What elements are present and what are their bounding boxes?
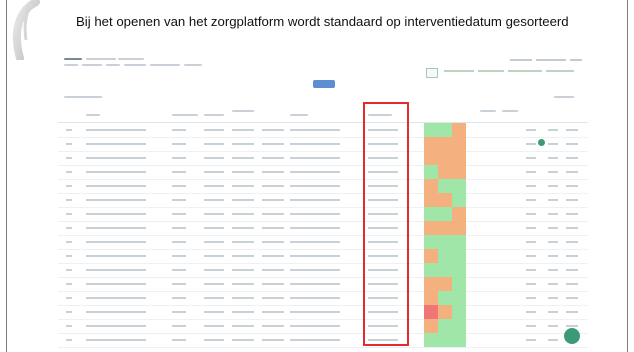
- table-row[interactable]: [58, 263, 588, 278]
- column-header[interactable]: [232, 110, 254, 112]
- status-cell: [424, 235, 438, 249]
- status-cell: [424, 333, 438, 347]
- results-count: [64, 96, 102, 98]
- status-cell: [438, 333, 452, 347]
- status-cell: [438, 179, 452, 193]
- nav-link[interactable]: [184, 64, 202, 66]
- status-cell: [424, 319, 438, 333]
- status-cell: [452, 221, 466, 235]
- nav-link[interactable]: [124, 64, 146, 66]
- status-cell: [452, 249, 466, 263]
- status-cell: [452, 277, 466, 291]
- table-row[interactable]: [58, 165, 588, 180]
- status-cell: [438, 291, 452, 305]
- pager[interactable]: [554, 96, 574, 98]
- status-cell: [438, 221, 452, 235]
- status-cell: [424, 207, 438, 221]
- status-cell: [438, 123, 452, 137]
- status-cell: [424, 193, 438, 207]
- app-logo: [64, 58, 82, 60]
- column-header[interactable]: [502, 110, 518, 112]
- table-row[interactable]: [58, 291, 588, 306]
- status-cell: [452, 151, 466, 165]
- table-row[interactable]: [58, 179, 588, 194]
- slide-caption: Bij het openen van het zorgplatform word…: [76, 14, 569, 29]
- status-cell: [424, 179, 438, 193]
- table-row[interactable]: [58, 123, 588, 138]
- column-header[interactable]: [86, 114, 100, 116]
- app-screenshot: [58, 52, 588, 348]
- status-cell: [452, 235, 466, 249]
- status-cell: [424, 123, 438, 137]
- nav-link[interactable]: [150, 64, 180, 66]
- status-cell: [424, 263, 438, 277]
- status-cell: [438, 305, 452, 319]
- nav-link[interactable]: [64, 64, 78, 66]
- status-cell: [452, 305, 466, 319]
- table-row[interactable]: [58, 305, 588, 320]
- status-cell: [452, 123, 466, 137]
- status-cell: [424, 291, 438, 305]
- column-header[interactable]: [480, 110, 496, 112]
- status-cell: [452, 333, 466, 347]
- status-cell: [438, 319, 452, 333]
- status-cell: [424, 305, 438, 319]
- stethoscope-icon: [0, 0, 48, 60]
- status-cell: [438, 249, 452, 263]
- status-cell: [452, 263, 466, 277]
- table-row[interactable]: [58, 277, 588, 292]
- nav-link[interactable]: [106, 64, 120, 66]
- active-filter-chip[interactable]: [313, 80, 335, 88]
- status-cell: [424, 137, 438, 151]
- table-row[interactable]: [58, 193, 588, 208]
- table-header: [58, 108, 588, 123]
- column-header[interactable]: [204, 114, 224, 116]
- status-cell: [452, 319, 466, 333]
- nav-link[interactable]: [86, 58, 116, 60]
- status-cell: [424, 165, 438, 179]
- table-row[interactable]: [58, 151, 588, 166]
- status-cell: [452, 207, 466, 221]
- status-cell: [452, 165, 466, 179]
- status-cell: [424, 221, 438, 235]
- table-toolbar: [58, 94, 588, 146]
- status-cell: [452, 291, 466, 305]
- table-row[interactable]: [58, 249, 588, 264]
- status-cell: [438, 263, 452, 277]
- column-header[interactable]: [172, 114, 198, 116]
- top-navigation: [58, 52, 588, 92]
- status-cell: [424, 151, 438, 165]
- nav-link[interactable]: [82, 64, 102, 66]
- table-row[interactable]: [58, 207, 588, 222]
- search-input[interactable]: [426, 68, 438, 78]
- interventiedatum-highlight: [363, 102, 409, 346]
- status-cell: [452, 193, 466, 207]
- status-cell: [438, 207, 452, 221]
- table-row[interactable]: [58, 137, 588, 152]
- status-cell: [438, 137, 452, 151]
- nav-link[interactable]: [118, 58, 144, 60]
- status-cell: [424, 249, 438, 263]
- status-cell: [438, 235, 452, 249]
- table-row[interactable]: [58, 235, 588, 250]
- status-cell: [424, 277, 438, 291]
- column-header[interactable]: [290, 114, 308, 116]
- table-row[interactable]: [58, 221, 588, 236]
- status-cell: [438, 165, 452, 179]
- plus-icon[interactable]: [564, 328, 580, 344]
- status-cell: [452, 137, 466, 151]
- status-cell: [438, 151, 452, 165]
- table-row[interactable]: [58, 319, 588, 334]
- status-cell: [452, 179, 466, 193]
- status-cell: [438, 193, 452, 207]
- table-row[interactable]: [58, 333, 588, 348]
- status-cell: [438, 277, 452, 291]
